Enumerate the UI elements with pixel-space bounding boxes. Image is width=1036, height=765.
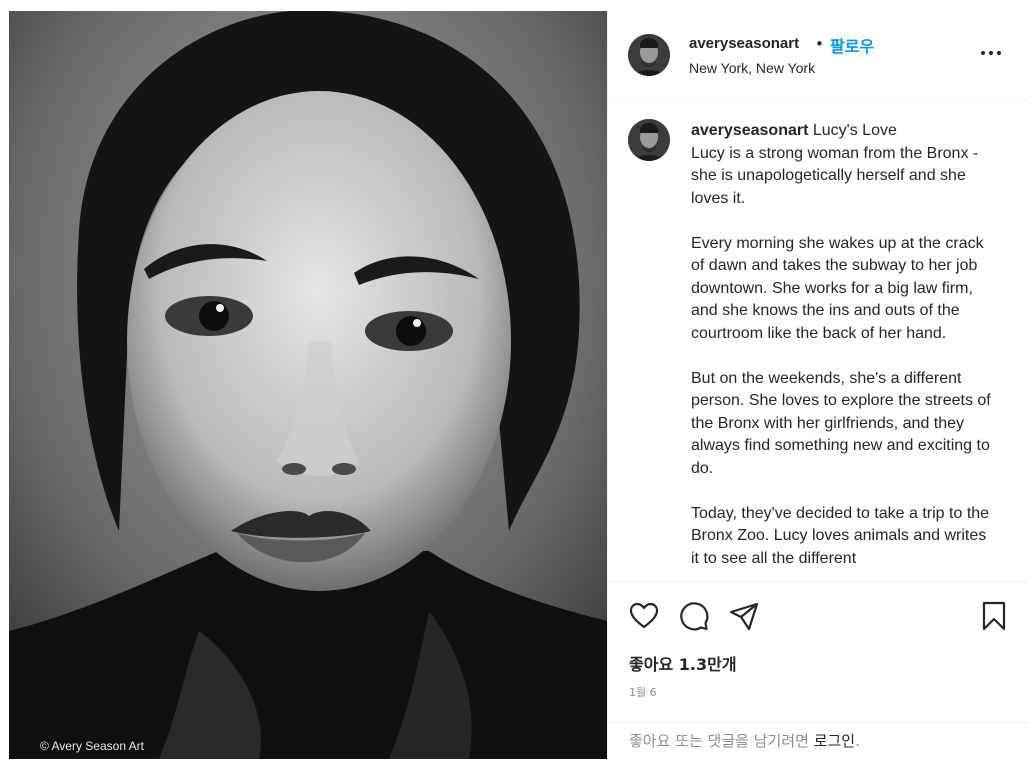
caption-author-avatar[interactable] (628, 119, 670, 161)
likes-count[interactable]: 좋아요 1.3만개 (629, 651, 737, 675)
post-date[interactable]: 1월 6 (629, 684, 657, 700)
caption-username[interactable]: averyseasonart (691, 122, 808, 139)
post-header: averyseasonart • 팔로우 New York, New York (608, 11, 1027, 100)
post-location[interactable]: New York, New York (689, 60, 815, 76)
more-options-button[interactable] (979, 41, 1003, 65)
caption-body: Lucy is a strong woman from the Bronx - … (691, 144, 991, 567)
comment-icon (680, 602, 709, 631)
likes-number: 1.3만개 (678, 655, 737, 674)
login-prompt-bar: 좋아요 또는 댓글을 남기려면 로그인. (608, 722, 1028, 760)
avatar-image (628, 119, 670, 161)
comment-button[interactable] (678, 600, 710, 632)
like-button[interactable] (628, 600, 660, 632)
more-options-icon (981, 51, 1001, 55)
post-caption: averyseasonart Lucy's Love Lucy is a str… (691, 120, 991, 570)
login-suffix: . (855, 732, 860, 750)
heart-icon (629, 602, 659, 629)
save-button[interactable] (978, 600, 1010, 632)
image-watermark: © Avery Season Art (40, 739, 145, 753)
share-icon (729, 602, 759, 631)
caption-section: averyseasonart Lucy's Love Lucy is a str… (608, 101, 1028, 581)
post-actions: 좋아요 1.3만개 1월 6 좋아요 또는 댓글을 남기려면 로그인. (608, 582, 1028, 759)
login-prompt-text: 좋아요 또는 댓글을 남기려면 (629, 732, 809, 750)
portrait-photo (9, 11, 607, 759)
bookmark-icon (982, 601, 1006, 631)
author-username[interactable]: averyseasonart (689, 35, 799, 52)
share-button[interactable] (728, 600, 760, 632)
login-link[interactable]: 로그인 (814, 732, 855, 750)
likes-label: 좋아요 (629, 655, 674, 674)
caption-title: Lucy's Love (812, 122, 897, 139)
avatar-image (628, 34, 670, 76)
author-avatar[interactable] (628, 34, 670, 76)
post-image[interactable]: © Avery Season Art (9, 11, 607, 759)
follow-button[interactable]: 팔로우 (830, 33, 874, 57)
header-separator: • (815, 35, 824, 53)
login-prompt: 좋아요 또는 댓글을 남기려면 로그인. (629, 730, 860, 751)
post-side-panel: averyseasonart • 팔로우 New York, New York (607, 11, 1028, 759)
post-frame: © Avery Season Art averyseasonart • 팔로우 … (9, 11, 1028, 759)
